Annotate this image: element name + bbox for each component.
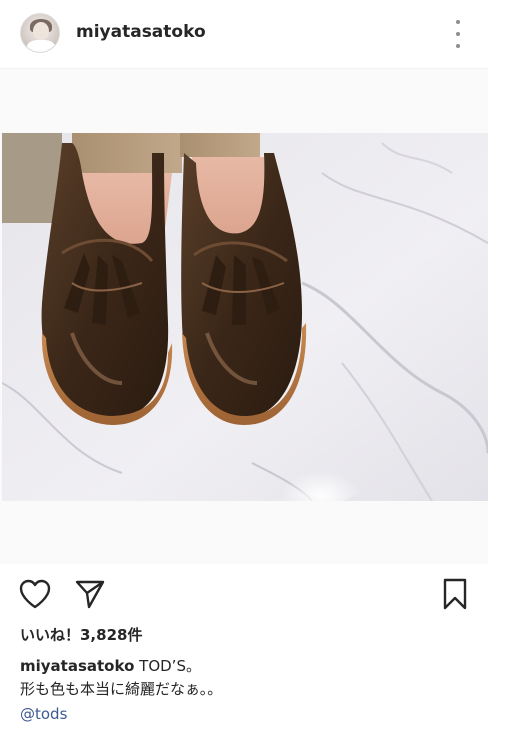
caption-line-1: TOD’S。 [139, 657, 201, 675]
heart-icon[interactable] [18, 578, 52, 610]
instagram-post: miyatasatoko いいね！3,828件 miyatasatoko TOD… [0, 0, 488, 736]
post-photo[interactable] [2, 133, 488, 501]
bookmark-icon[interactable] [440, 577, 470, 611]
paper-plane-icon[interactable] [74, 578, 106, 610]
post-actions [0, 568, 488, 620]
mention-link[interactable]: @tods [20, 705, 67, 723]
more-options-icon[interactable] [452, 20, 464, 48]
caption-line-2: 形も色も本当に綺麗だなぁ。。 [20, 680, 223, 698]
post-caption: miyatasatoko TOD’S。 形も色も本当に綺麗だなぁ。。 [20, 655, 480, 701]
post-header: miyatasatoko [0, 0, 488, 68]
post-username[interactable]: miyatasatoko [76, 22, 206, 42]
post-media[interactable] [0, 69, 488, 564]
caption-username[interactable]: miyatasatoko [20, 657, 134, 675]
avatar[interactable] [20, 13, 60, 53]
likes-count[interactable]: いいね！3,828件 [20, 624, 142, 645]
avatar-body [27, 40, 55, 52]
avatar-face [33, 22, 49, 40]
